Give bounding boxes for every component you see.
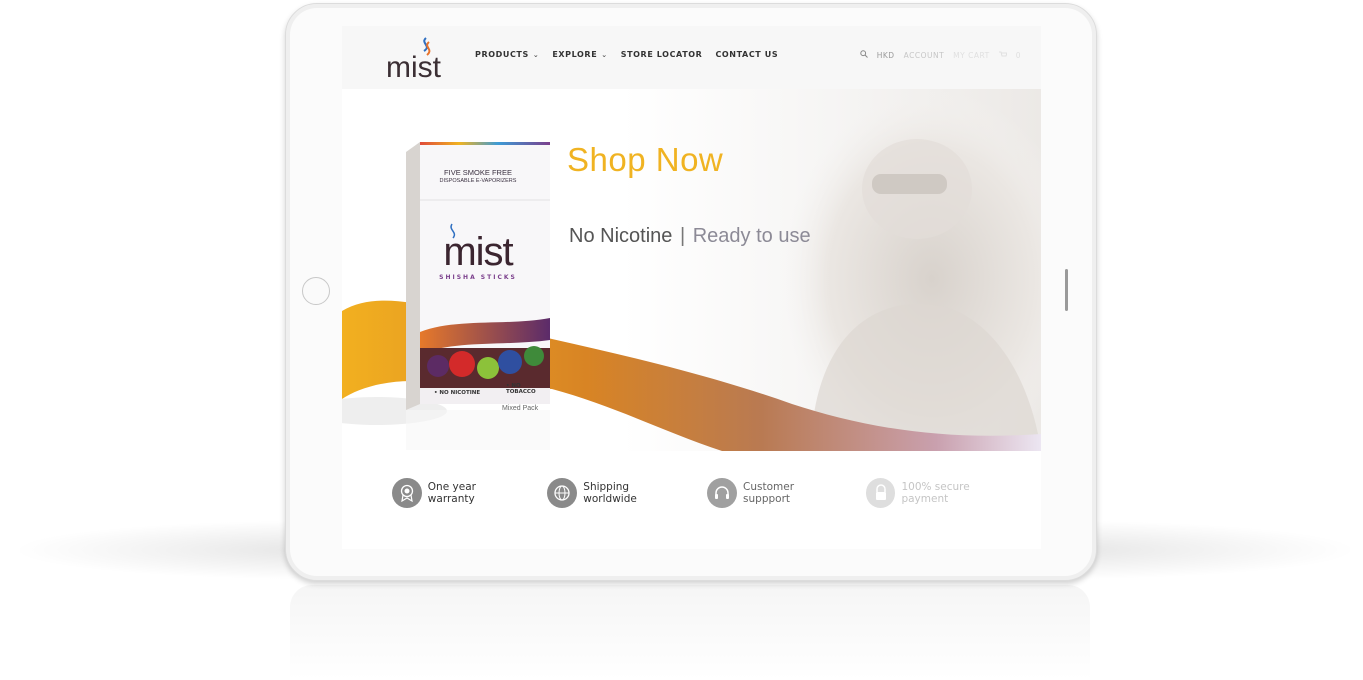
nav-store-locator-label: STORE LOCATOR [620,50,703,59]
apple-image [477,357,499,379]
strawberry-image [449,351,475,377]
sunglasses [872,174,947,194]
box-reflection [406,410,550,450]
box-line2: DISPOSABLE E-VAPORIZERS [439,178,517,184]
tagline-ready: Ready to use [692,225,811,247]
nav-contact-us[interactable]: CONTACT US [715,50,778,59]
tablet-frame: mist PRODUCTS ⌄ EXPLORE ⌄ STORE LOCATOR … [285,3,1097,581]
site-header: mist PRODUCTS ⌄ EXPLORE ⌄ STORE LOCATOR … [342,26,1041,89]
account-link[interactable]: ACCOUNT [904,51,945,60]
tagline-separator: | [679,225,686,247]
logo-wordmark: mist [386,51,442,84]
no-tobacco-badge: • NO TOBACCO [506,383,536,395]
plum-image [427,355,449,377]
hero-banner[interactable]: FIVE SMOKE FREE DISPOSABLE E-VAPORIZERS … [342,89,1041,451]
chevron-down-icon: ⌄ [532,50,540,59]
nav-contact-us-label: CONTACT US [715,50,779,59]
globe-icon [547,478,578,508]
headset-icon [707,478,738,508]
mint-image [524,346,544,366]
cart-count: 0 [1015,50,1021,60]
lock-icon [865,478,896,508]
box-subtitle: SHISHA STICKS [439,274,517,281]
home-button [302,277,330,305]
feature-warranty: One year warranty [392,478,525,508]
shop-now-headline[interactable]: Shop Now [567,141,723,179]
feature-warranty-label: One year warranty [427,481,476,505]
feature-secure-payment: 100% secure payment [865,478,1019,508]
tablet-screen: mist PRODUCTS ⌄ EXPLORE ⌄ STORE LOCATOR … [342,26,1041,549]
blueberry-image [498,350,522,374]
tablet-shadow-left [10,520,330,580]
side-button [1065,269,1068,311]
box-brand: mist [443,230,513,274]
tagline-no-nicotine: No Nicotine [569,225,673,247]
box-variant: Mixed Pack [502,405,539,412]
award-icon [392,478,422,508]
box-top-stripe [420,142,550,145]
tablet-reflection [290,585,1090,680]
nav-explore-label: EXPLORE [552,50,598,59]
feature-support: Customer suppport [707,478,843,508]
hero-tagline: No Nicotine | Ready to use [569,225,811,248]
search-icon[interactable] [860,50,868,60]
feature-shipping: Shipping worldwide [547,478,685,508]
cart-icon[interactable] [998,51,1008,60]
box-line1: FIVE SMOKE FREE [444,168,512,177]
product-box-image[interactable]: FIVE SMOKE FREE DISPOSABLE E-VAPORIZERS … [406,142,550,450]
feature-shipping-label: Shipping worldwide [583,481,637,505]
currency-selector[interactable]: HKD [877,51,895,60]
mist-logo[interactable]: mist [386,34,466,84]
cart-link[interactable]: MY CART [953,51,990,60]
feature-strip: One year warranty Shipping worldwide Cus… [392,478,1041,508]
nav-products-label: PRODUCTS [475,50,529,59]
utility-nav: HKD ACCOUNT MY CART 0 [860,50,1021,60]
chevron-down-icon: ⌄ [601,50,608,59]
feature-secure-payment-label: 100% secure payment [901,481,970,505]
nav-store-locator[interactable]: STORE LOCATOR [621,50,703,59]
nav-explore[interactable]: EXPLORE ⌄ [552,50,607,59]
feature-support-label: Customer suppport [743,481,795,505]
no-nicotine-badge: • NO NICOTINE [434,390,481,396]
nav-products[interactable]: PRODUCTS ⌄ [475,50,539,59]
main-nav: PRODUCTS ⌄ EXPLORE ⌄ STORE LOCATOR CONTA… [475,50,778,59]
